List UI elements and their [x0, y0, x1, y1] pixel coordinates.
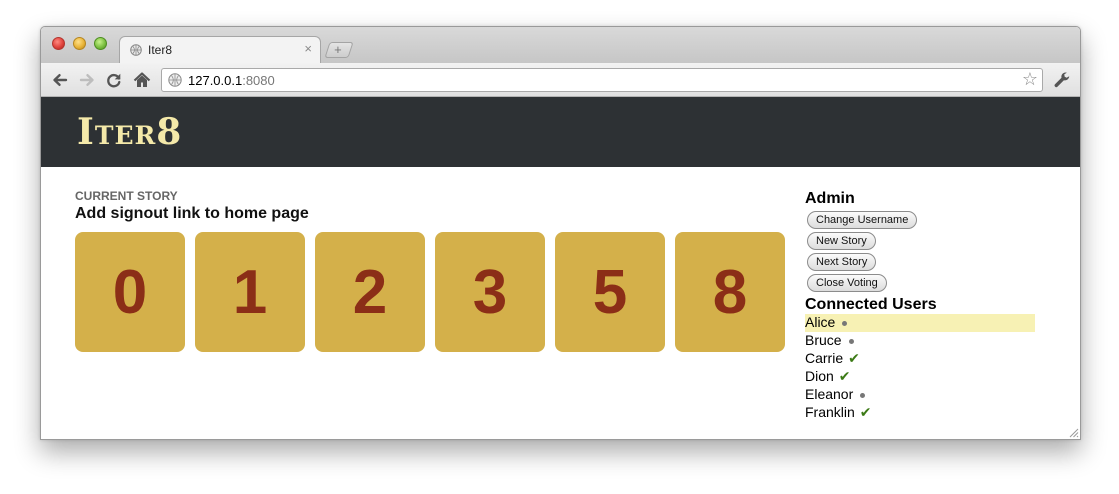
user-name: Franklin	[805, 404, 855, 420]
current-story-label: CURRENT STORY	[75, 189, 178, 203]
connected-user: Carrie ✔	[805, 350, 1035, 368]
window-zoom-button[interactable]	[94, 37, 107, 50]
reload-icon[interactable]	[103, 69, 125, 91]
current-story-title: Add signout link to home page	[75, 205, 309, 222]
wrench-icon[interactable]	[1051, 69, 1073, 91]
vote-card-5[interactable]: 5	[555, 232, 665, 352]
vote-card-3[interactable]: 3	[435, 232, 545, 352]
admin-heading: Admin	[805, 190, 855, 207]
user-name: Dion	[805, 368, 834, 384]
close-voting-button[interactable]: Close Voting	[807, 274, 887, 292]
connected-user: Franklin ✔	[805, 404, 1035, 422]
globe-icon	[168, 73, 182, 87]
globe-icon	[130, 44, 142, 56]
vote-card-1[interactable]: 1	[195, 232, 305, 352]
new-tab-button[interactable]: +	[324, 42, 354, 58]
connected-users-list: Alice Bruce Carrie ✔ Dion ✔ Eleanor Franklin ✔	[805, 314, 1035, 422]
user-name: Bruce	[805, 332, 842, 348]
tab-close-icon[interactable]: ×	[304, 41, 312, 56]
tab-strip: Iter8 × +	[41, 27, 1080, 64]
not-voted-dot-icon	[848, 338, 854, 344]
connected-user: Alice	[805, 314, 1035, 332]
url-port: :8080	[242, 73, 275, 88]
connected-user: Bruce	[805, 332, 1035, 350]
connected-users-heading: Connected Users	[805, 296, 937, 313]
site-logo[interactable]: Iter8	[77, 111, 182, 153]
user-name: Carrie	[805, 350, 844, 366]
browser-window: Iter8 × + 127.0.0.1:8080 ☆ Iter8 CURRENT…	[40, 26, 1081, 440]
window-minimize-button[interactable]	[73, 37, 86, 50]
sidebar-panel: Admin Change Username New Story Next Sto…	[805, 189, 1035, 422]
vote-card-2[interactable]: 2	[315, 232, 425, 352]
vote-card-8[interactable]: 8	[675, 232, 785, 352]
change-username-button[interactable]: Change Username	[807, 211, 918, 229]
vote-cards: 0 1 2 3 5 8	[75, 232, 785, 352]
window-close-button[interactable]	[52, 37, 65, 50]
voted-check-icon: ✔	[859, 404, 872, 420]
site-header: Iter8	[41, 97, 1080, 167]
voted-check-icon: ✔	[848, 350, 860, 366]
back-arrow-icon[interactable]	[49, 69, 71, 91]
user-name: Eleanor	[805, 386, 854, 402]
forward-arrow-icon[interactable]	[76, 69, 98, 91]
browser-toolbar: 127.0.0.1:8080 ☆	[41, 63, 1080, 97]
resize-grip-icon[interactable]	[1069, 428, 1079, 438]
star-icon[interactable]: ☆	[1022, 69, 1038, 90]
new-tab-icon: +	[334, 42, 342, 57]
vote-card-0[interactable]: 0	[75, 232, 185, 352]
not-voted-dot-icon	[860, 392, 866, 398]
new-story-button[interactable]: New Story	[807, 232, 876, 250]
user-name: Alice	[805, 314, 836, 330]
connected-user: Eleanor	[805, 386, 1035, 404]
browser-tab[interactable]: Iter8 ×	[119, 36, 321, 64]
tab-title: Iter8	[148, 43, 173, 57]
address-bar[interactable]: 127.0.0.1:8080 ☆	[161, 68, 1043, 92]
url-text: 127.0.0.1:8080	[188, 73, 275, 88]
not-voted-dot-icon	[842, 320, 848, 326]
home-icon[interactable]	[131, 69, 153, 91]
next-story-button[interactable]: Next Story	[807, 253, 877, 271]
url-host: 127.0.0.1	[188, 73, 243, 88]
voted-check-icon: ✔	[838, 368, 851, 384]
connected-user: Dion ✔	[805, 368, 1035, 386]
